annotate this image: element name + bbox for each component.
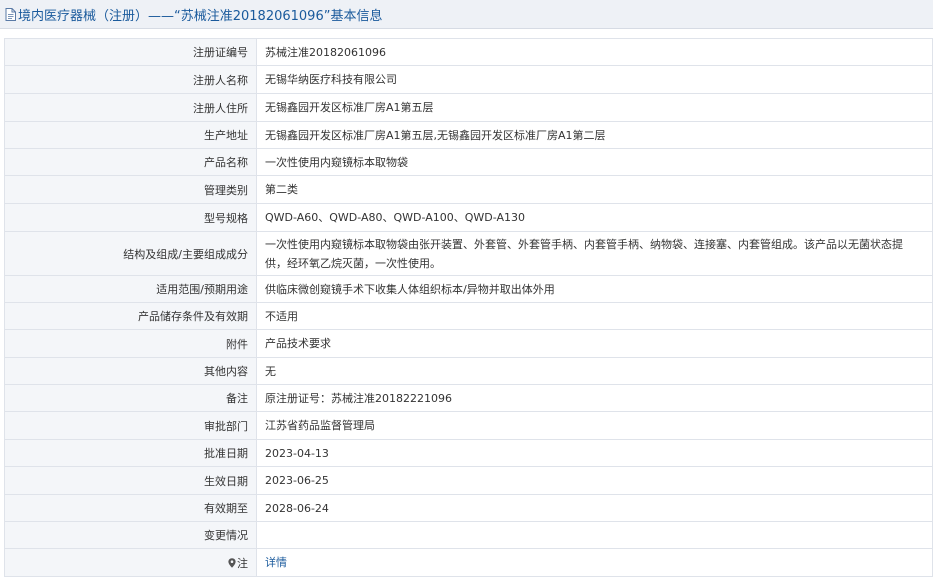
- field-label: 备注: [4, 384, 257, 412]
- table-row: 结构及组成/主要组成成分 一次性使用内窥镜标本取物袋由张开装置、外套管、外套管手…: [4, 231, 933, 276]
- field-label: 型号规格: [4, 203, 257, 232]
- table-row: 其他内容 无: [4, 357, 933, 385]
- field-label: 变更情况: [4, 521, 257, 549]
- page-header: 境内医疗器械（注册）——“苏械注准20182061096”基本信息: [0, 0, 933, 29]
- field-value: 无锡鑫园开发区标准厂房A1第五层: [256, 93, 933, 122]
- field-label: 其他内容: [4, 357, 257, 385]
- field-label: 管理类别: [4, 175, 257, 204]
- table-row: 注册证编号 苏械注准20182061096: [4, 38, 933, 66]
- field-label: 适用范围/预期用途: [4, 275, 257, 303]
- field-label: 审批部门: [4, 411, 257, 440]
- note-label-cell: 注: [4, 548, 257, 577]
- field-label: 批准日期: [4, 439, 257, 467]
- table-row: 型号规格 QWD-A60、QWD-A80、QWD-A100、QWD-A130: [4, 203, 933, 232]
- field-value: 产品技术要求: [256, 329, 933, 358]
- field-label: 注册证编号: [4, 38, 257, 66]
- field-label: 有效期至: [4, 494, 257, 522]
- field-value: 一次性使用内窥镜标本取物袋由张开装置、外套管、外套管手柄、内套管手柄、纳物袋、连…: [256, 231, 933, 276]
- device-info-table: 注册证编号 苏械注准20182061096 注册人名称 无锡华纳医疗科技有限公司…: [4, 38, 933, 577]
- field-value: 无锡华纳医疗科技有限公司: [256, 65, 933, 94]
- table-row: 产品名称 一次性使用内窥镜标本取物袋: [4, 148, 933, 176]
- note-value-cell: 详情: [256, 548, 933, 577]
- field-label: 生效日期: [4, 466, 257, 495]
- table-row: 适用范围/预期用途 供临床微创窥镜手术下收集人体组织标本/异物并取出体外用: [4, 275, 933, 303]
- field-value: 一次性使用内窥镜标本取物袋: [256, 148, 933, 176]
- field-label: 产品名称: [4, 148, 257, 176]
- field-value: 无锡鑫园开发区标准厂房A1第五层,无锡鑫园开发区标准厂房A1第二层: [256, 121, 933, 149]
- field-value: 原注册证号：苏械注准20182221096: [256, 384, 933, 412]
- field-label: 生产地址: [4, 121, 257, 149]
- table-row: 备注 原注册证号：苏械注准20182221096: [4, 384, 933, 412]
- field-value: QWD-A60、QWD-A80、QWD-A100、QWD-A130: [256, 203, 933, 232]
- location-pin-icon: [228, 557, 236, 568]
- table-row: 注册人名称 无锡华纳医疗科技有限公司: [4, 65, 933, 94]
- table-row: 审批部门 江苏省药品监督管理局: [4, 411, 933, 440]
- field-value: 苏械注准20182061096: [256, 38, 933, 66]
- field-label: 附件: [4, 329, 257, 358]
- field-label: 结构及组成/主要组成成分: [4, 231, 257, 276]
- field-value: 2023-06-25: [256, 466, 933, 495]
- table-row: 批准日期 2023-04-13: [4, 439, 933, 467]
- table-row: 生效日期 2023-06-25: [4, 466, 933, 495]
- note-label: 注: [237, 556, 248, 570]
- table-row: 变更情况: [4, 521, 933, 549]
- table-row: 有效期至 2028-06-24: [4, 494, 933, 522]
- document-icon: [5, 7, 16, 21]
- table-row: 注册人住所 无锡鑫园开发区标准厂房A1第五层: [4, 93, 933, 122]
- field-value: 不适用: [256, 302, 933, 330]
- field-value: 2028-06-24: [256, 494, 933, 522]
- field-value: 江苏省药品监督管理局: [256, 411, 933, 440]
- field-label: 产品储存条件及有效期: [4, 302, 257, 330]
- field-value: 第二类: [256, 175, 933, 204]
- field-value: 供临床微创窥镜手术下收集人体组织标本/异物并取出体外用: [256, 275, 933, 303]
- field-value: 2023-04-13: [256, 439, 933, 467]
- details-link[interactable]: 详情: [265, 556, 287, 569]
- table-row: 附件 产品技术要求: [4, 329, 933, 358]
- note-row: 注 详情: [4, 548, 933, 577]
- table-row: 产品储存条件及有效期 不适用: [4, 302, 933, 330]
- field-label: 注册人住所: [4, 93, 257, 122]
- field-value: [256, 521, 933, 549]
- field-value: 无: [256, 357, 933, 385]
- field-label: 注册人名称: [4, 65, 257, 94]
- table-row: 生产地址 无锡鑫园开发区标准厂房A1第五层,无锡鑫园开发区标准厂房A1第二层: [4, 121, 933, 149]
- table-row: 管理类别 第二类: [4, 175, 933, 204]
- page-title: 境内医疗器械（注册）——“苏械注准20182061096”基本信息: [18, 8, 383, 24]
